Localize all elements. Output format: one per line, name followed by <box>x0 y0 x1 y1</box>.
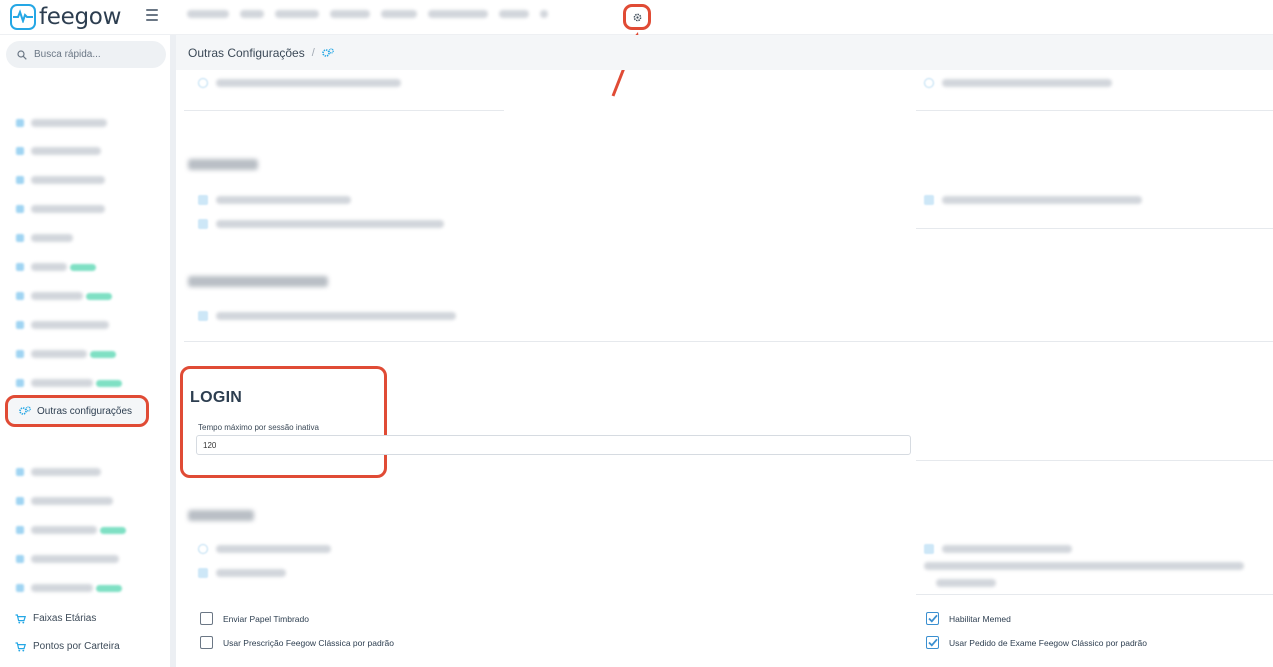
checkbox-checked[interactable] <box>926 612 939 625</box>
login-highlight <box>180 366 387 478</box>
checkbox-usar-pedido-exame[interactable]: Usar Pedido de Exame Feegow Clássico por… <box>926 636 1147 649</box>
sidebar-item-pontos-por-carteira[interactable]: Pontos por Carteira <box>15 641 120 652</box>
cart-icon <box>15 641 26 651</box>
quick-search-input[interactable]: Busca rápida... <box>6 41 166 68</box>
session-timeout-input[interactable] <box>196 435 911 455</box>
check-icon <box>927 614 938 623</box>
checkbox-checked[interactable] <box>926 636 939 649</box>
top-nav-item[interactable] <box>428 10 488 18</box>
blurred-option-note <box>936 579 996 587</box>
sidebar-item-label: Pontos por Carteira <box>33 641 120 652</box>
divider <box>916 228 1273 229</box>
blurred-section-heading <box>188 276 328 287</box>
checkbox-label: Enviar Papel Timbrado <box>223 613 309 624</box>
check-icon <box>927 638 938 647</box>
sidebar-item-label: Faixas Etárias <box>33 613 97 624</box>
sidebar-item[interactable] <box>16 581 122 595</box>
cart-icon <box>15 613 26 623</box>
blurred-option-note <box>924 562 1244 570</box>
top-nav-item[interactable] <box>540 10 548 18</box>
divider <box>184 110 504 111</box>
divider <box>916 594 1273 595</box>
sidebar-item[interactable] <box>16 173 105 187</box>
session-timeout-label: Tempo máximo por sessão inativa <box>198 423 319 432</box>
sidebar-item[interactable] <box>16 523 126 537</box>
sidebar-item[interactable] <box>16 347 116 361</box>
top-nav <box>187 10 548 18</box>
sidebar-item[interactable] <box>16 260 96 274</box>
divider <box>916 460 1273 461</box>
logo-text: feegow <box>39 4 122 30</box>
search-placeholder: Busca rápida... <box>34 49 101 60</box>
checkbox-label: Usar Prescrição Feegow Clássica por padr… <box>223 637 395 648</box>
sidebar-item-faixas-etarias[interactable]: Faixas Etárias <box>15 613 96 624</box>
gears-icon <box>321 47 334 57</box>
settings-content: LOGIN Tempo máximo por sessão inativa En… <box>176 70 1273 667</box>
settings-gear-icon[interactable] <box>623 4 651 30</box>
top-nav-item[interactable] <box>381 10 417 18</box>
sidebar-item[interactable] <box>16 116 107 130</box>
checkbox[interactable] <box>200 636 213 649</box>
logo[interactable]: feegow <box>10 4 121 30</box>
sidebar-item[interactable] <box>16 144 101 158</box>
blurred-option[interactable] <box>924 78 1112 88</box>
blurred-option[interactable] <box>198 311 456 321</box>
gears-icon <box>19 406 31 415</box>
top-nav-item[interactable] <box>240 10 264 18</box>
checkbox-enviar-papel-timbrado[interactable]: Enviar Papel Timbrado <box>200 612 309 625</box>
checkbox-label: Habilitar Memed <box>949 613 1011 624</box>
checkbox-label: Usar Pedido de Exame Feegow Clássico por… <box>949 637 1147 648</box>
blurred-section-heading <box>188 510 254 521</box>
sidebar-item-label: Outras configurações <box>37 405 133 417</box>
breadcrumb-separator: / <box>311 46 315 59</box>
blurred-option[interactable] <box>198 219 444 229</box>
top-nav-item[interactable] <box>499 10 529 18</box>
blurred-option[interactable] <box>924 195 1142 205</box>
blurred-option[interactable] <box>198 78 401 88</box>
sidebar-item[interactable] <box>16 202 105 216</box>
sidebar-item[interactable] <box>16 465 101 479</box>
sidebar-item[interactable] <box>16 231 73 245</box>
sidebar-item[interactable] <box>16 494 113 508</box>
top-nav-item[interactable] <box>330 10 370 18</box>
blurred-option[interactable] <box>198 544 331 554</box>
menu-toggle-icon[interactable] <box>146 9 158 24</box>
checkbox-habilitar-memed[interactable]: Habilitar Memed <box>926 612 1011 625</box>
sidebar-item[interactable] <box>16 376 122 390</box>
logo-icon <box>10 4 36 30</box>
blurred-option[interactable] <box>198 195 351 205</box>
sidebar-item[interactable] <box>16 318 109 332</box>
blurred-section-heading <box>188 159 258 170</box>
breadcrumb: Outras Configurações / <box>176 35 1273 70</box>
search-icon <box>17 49 27 60</box>
blurred-option[interactable] <box>198 568 286 578</box>
checkbox[interactable] <box>200 612 213 625</box>
top-nav-item[interactable] <box>275 10 319 18</box>
sidebar-item[interactable] <box>16 289 112 303</box>
sidebar-item-outras-configuracoes[interactable]: Outras configurações <box>5 395 149 427</box>
divider <box>916 110 1273 111</box>
sidebar-item[interactable] <box>16 552 119 566</box>
login-section-title: LOGIN <box>190 389 243 406</box>
top-nav-item[interactable] <box>187 10 229 18</box>
blurred-option[interactable] <box>924 544 1072 554</box>
page-title: Outras Configurações <box>188 45 305 60</box>
divider <box>184 341 1273 342</box>
checkbox-usar-prescricao-feegow[interactable]: Usar Prescrição Feegow Clássica por padr… <box>200 636 394 649</box>
